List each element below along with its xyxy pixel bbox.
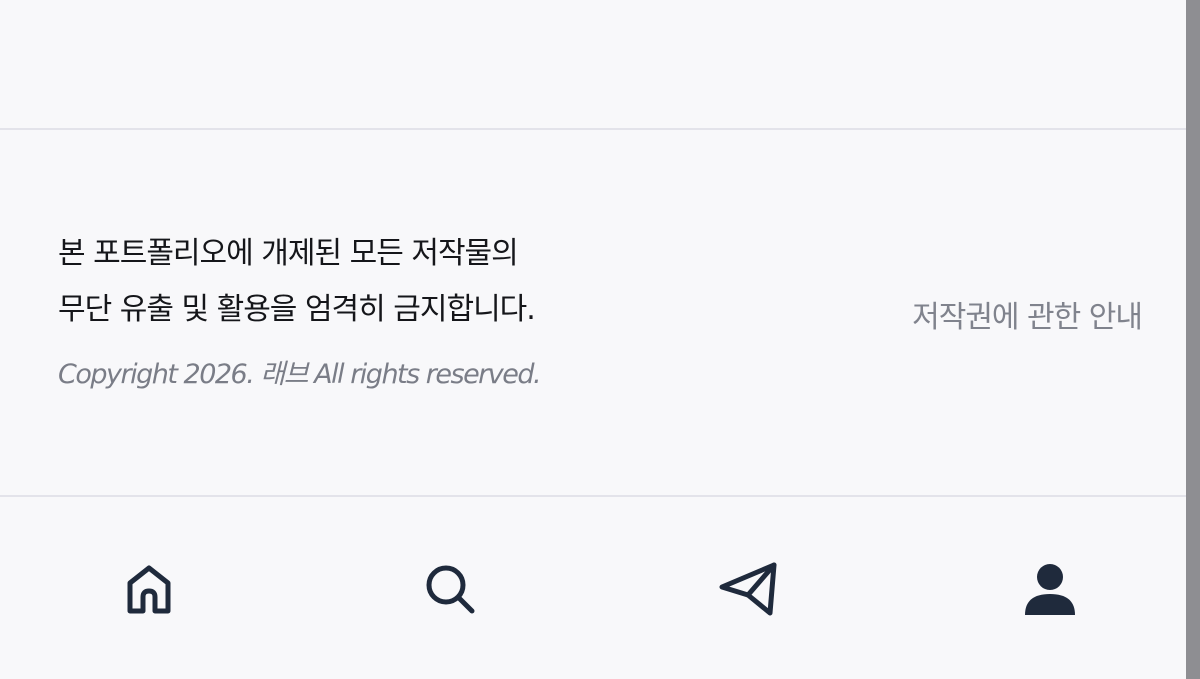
send-icon bbox=[719, 562, 777, 616]
bottom-nav bbox=[0, 497, 1186, 679]
nav-search-button[interactable] bbox=[420, 559, 480, 619]
notice-line-1: 본 포트폴리오에 개제된 모든 저작물의 bbox=[58, 236, 519, 271]
scrollbar[interactable] bbox=[1186, 0, 1200, 679]
copyright-text: Copyright 2026. 래브 All rights reserved. bbox=[58, 359, 542, 390]
copyright-info-link[interactable]: 저작권에 관한 안내 bbox=[912, 292, 1143, 336]
home-icon bbox=[127, 565, 171, 614]
footer-notice: 본 포트폴리오에 개제된 모든 저작물의 무단 유출 및 활용을 엄격히 금지합… bbox=[58, 226, 758, 391]
nav-profile-button[interactable] bbox=[1020, 559, 1080, 619]
nav-home-button[interactable] bbox=[119, 559, 179, 619]
notice-line-2: 무단 유출 및 활용을 엄격히 금지합니다. bbox=[58, 292, 536, 327]
page: 본 포트폴리오에 개제된 모든 저작물의 무단 유출 및 활용을 엄격히 금지합… bbox=[0, 0, 1200, 679]
search-icon bbox=[426, 565, 475, 614]
user-icon bbox=[1025, 564, 1075, 615]
nav-send-button[interactable] bbox=[718, 559, 778, 619]
top-divider bbox=[0, 128, 1186, 130]
